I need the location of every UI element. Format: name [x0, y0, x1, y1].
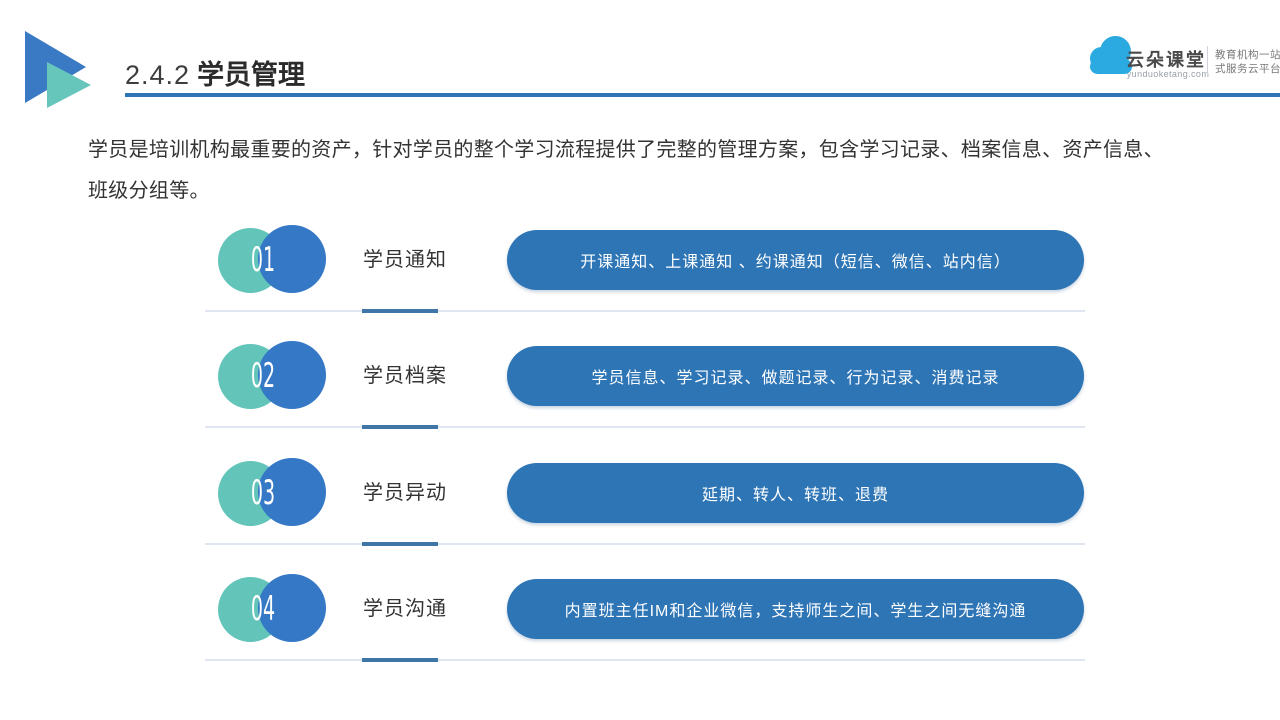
row-number: 02 — [248, 357, 278, 395]
feature-row-communication: 04 学员沟通 内置班主任IM和企业微信，支持师生之间、学生之间无缝沟通 — [0, 573, 1280, 689]
brand-name: 云朵课堂 — [1126, 46, 1210, 72]
row-detail-pill: 延期、转人、转班、退费 — [507, 463, 1084, 523]
row-number: 03 — [248, 474, 278, 512]
row-divider-accent — [362, 658, 438, 662]
row-label: 学员异动 — [350, 480, 460, 506]
description-line2: 班级分组等。 — [88, 180, 210, 202]
row-divider-accent — [362, 309, 438, 313]
row-label: 学员沟通 — [350, 596, 460, 622]
brand-tagline-line1: 教育机构一站 — [1215, 48, 1280, 62]
row-divider — [205, 659, 1085, 661]
title-underline — [125, 93, 1280, 97]
row-label: 学员通知 — [350, 247, 460, 273]
description-line1: 学员是培训机构最重要的资产，针对学员的整个学习流程提供了完整的管理方案，包含学习… — [88, 139, 1164, 161]
row-number: 04 — [248, 590, 278, 628]
page-title: 2.4.2学员管理 — [125, 53, 305, 92]
logo-triangle-teal-icon — [47, 62, 91, 108]
row-label: 学员档案 — [350, 363, 460, 389]
row-divider-accent — [362, 425, 438, 429]
feature-row-records: 02 学员档案 学员信息、学习记录、做题记录、行为记录、消费记录 — [0, 340, 1280, 456]
row-divider — [205, 543, 1085, 545]
page-title-text: 学员管理 — [197, 60, 305, 90]
brand-tagline: 教育机构一站 式服务云平台 — [1215, 48, 1280, 76]
row-number: 01 — [248, 241, 278, 279]
feature-row-notifications: 01 学员通知 开课通知、上课通知 、约课通知（短信、微信、站内信） — [0, 224, 1280, 340]
row-divider-accent — [362, 542, 438, 546]
row-divider — [205, 310, 1085, 312]
row-divider — [205, 426, 1085, 428]
row-detail-pill: 开课通知、上课通知 、约课通知（短信、微信、站内信） — [507, 230, 1084, 290]
slide: 2.4.2学员管理 云朵课堂 yunduoketang.com 教育机构一站 式… — [0, 0, 1280, 720]
row-detail-pill: 内置班主任IM和企业微信，支持师生之间、学生之间无缝沟通 — [507, 579, 1084, 639]
section-number: 2.4.2 — [125, 60, 190, 90]
description-paragraph: 学员是培训机构最重要的资产，针对学员的整个学习流程提供了完整的管理方案，包含学习… — [88, 130, 1228, 212]
feature-row-changes: 03 学员异动 延期、转人、转班、退费 — [0, 457, 1280, 573]
brand-tagline-line2: 式服务云平台 — [1215, 62, 1280, 76]
row-detail-pill: 学员信息、学习记录、做题记录、行为记录、消费记录 — [507, 346, 1084, 406]
